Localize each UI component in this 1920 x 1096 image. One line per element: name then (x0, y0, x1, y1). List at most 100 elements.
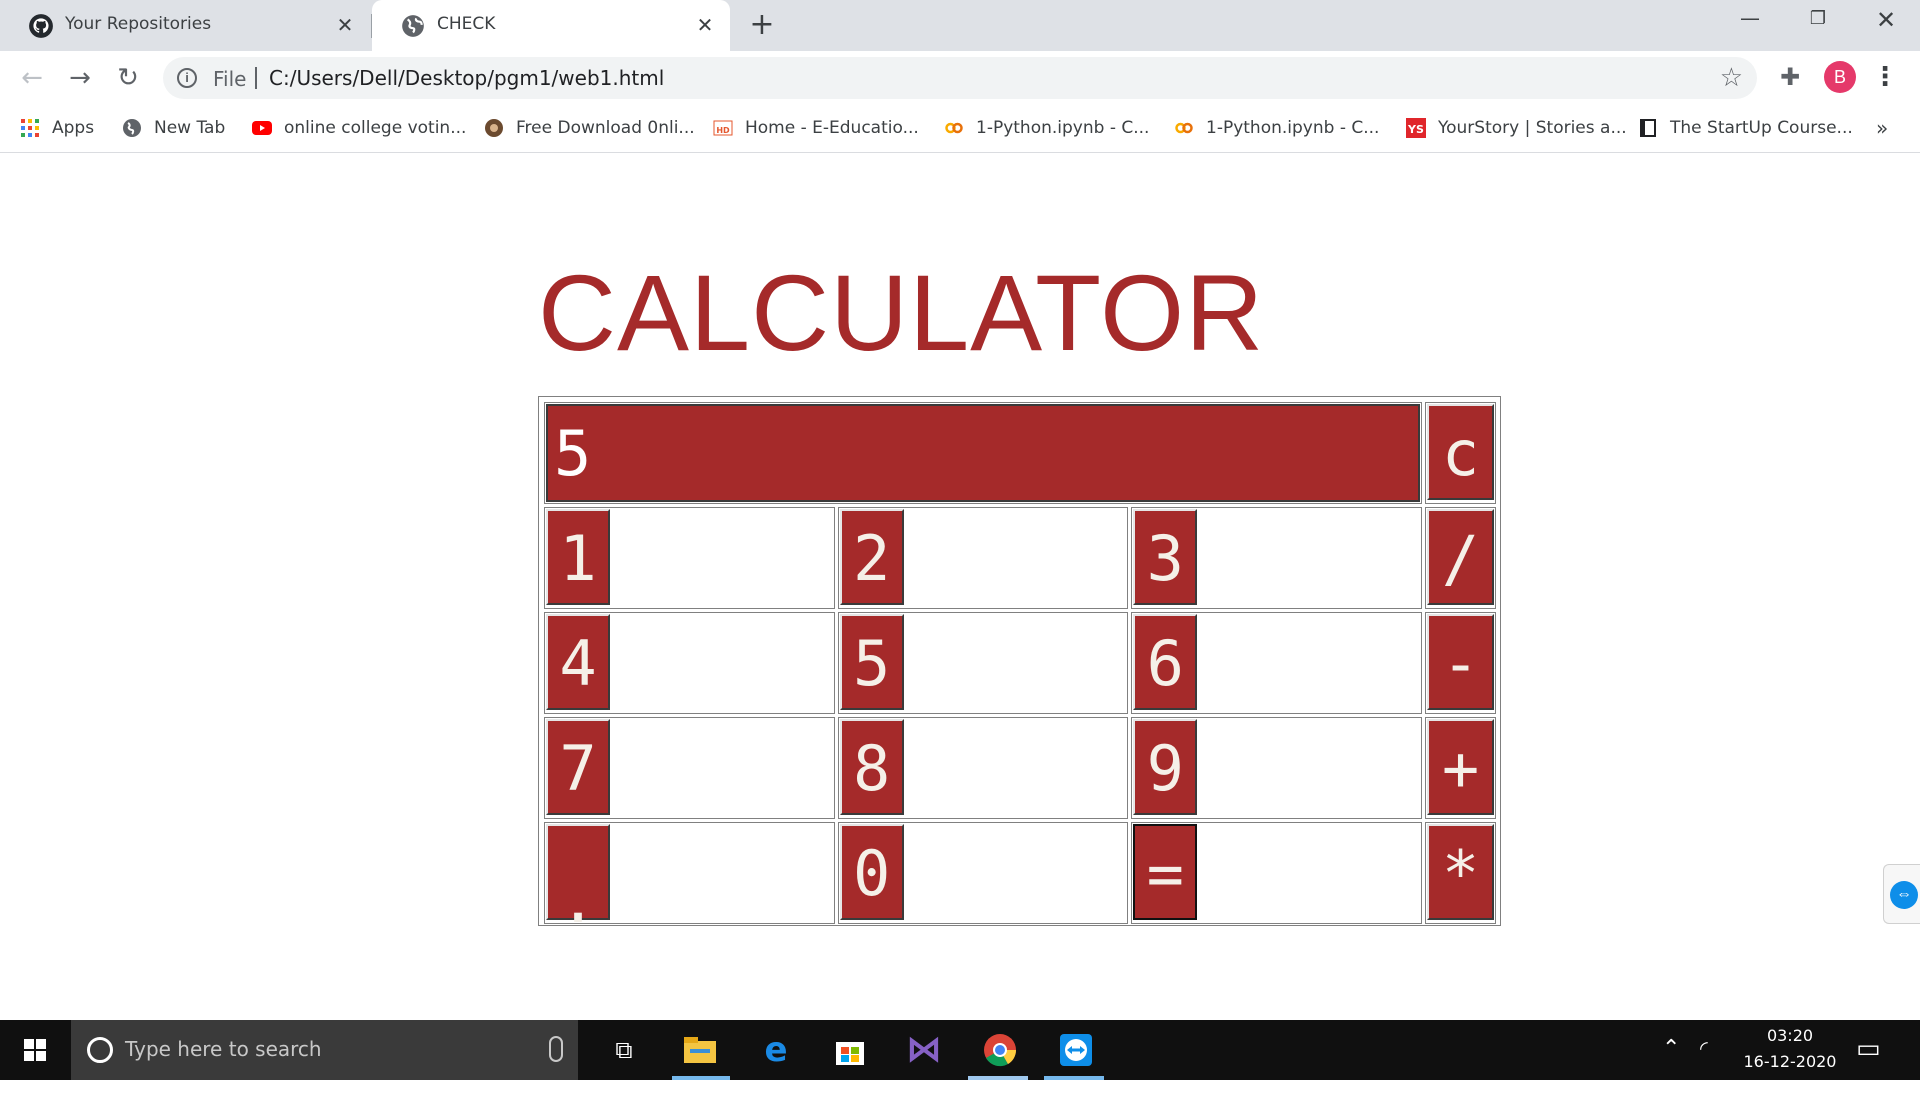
digit-6-button[interactable]: 6 (1133, 614, 1198, 710)
minimize-icon[interactable]: — (1716, 6, 1784, 50)
bookmark-python-colab-2[interactable]: 1-Python.ipynb - C... (1174, 114, 1379, 142)
task-view-icon[interactable]: ⧉ (604, 1030, 644, 1070)
close-tab-icon[interactable]: ✕ (692, 12, 718, 38)
digit-8-button[interactable]: 8 (839, 719, 904, 815)
bookmark-new-tab[interactable]: New Tab (122, 114, 225, 142)
tab-your-repositories[interactable]: Your Repositories ✕ (0, 0, 370, 51)
microsoft-store-icon[interactable] (830, 1030, 870, 1070)
tab-check[interactable]: CHECK ✕ (372, 0, 730, 51)
multiply-button[interactable]: * (1427, 824, 1494, 920)
bookmark-free-download[interactable]: Free Download 0nli... (484, 114, 695, 142)
tab-title: Your Repositories (65, 14, 212, 34)
restore-icon[interactable]: ❐ (1784, 8, 1852, 52)
site-icon (485, 119, 503, 137)
youtube-icon (252, 121, 272, 135)
microphone-icon[interactable] (549, 1036, 563, 1062)
teamviewer-taskbar-icon[interactable] (1056, 1030, 1096, 1070)
close-window-icon[interactable]: ✕ (1852, 6, 1920, 50)
visual-studio-icon[interactable]: ⋈ (904, 1030, 944, 1070)
calculator-display[interactable]: 5 (546, 404, 1420, 502)
network-wifi-icon[interactable]: ◜ (1700, 1036, 1708, 1096)
tab-strip: Your Repositories ✕ CHECK ✕ + — ❐ ✕ (0, 0, 1920, 51)
key-cell: 6 (1131, 612, 1422, 714)
bookmark-python-colab-1[interactable]: 1-Python.ipynb - C... (944, 114, 1149, 142)
digit-3-button[interactable]: 3 (1133, 509, 1198, 605)
bookmark-label: YourStory | Stories a... (1438, 118, 1627, 138)
show-hidden-icons-icon[interactable]: ⌃ (1662, 1036, 1680, 1096)
clock-date[interactable]: 16-12-2020 (1736, 1052, 1844, 1071)
digit-4-button[interactable]: 4 (546, 614, 610, 710)
more-menu-icon[interactable]: ⋮ (1872, 61, 1898, 95)
subtract-button[interactable]: - (1427, 614, 1494, 710)
key-cell: 3 (1131, 507, 1422, 609)
bookmark-online-college-voting[interactable]: online college votin... (252, 114, 466, 142)
decimal-point-button[interactable]: . (546, 824, 610, 937)
bookmark-label: New Tab (154, 118, 226, 138)
clear-button[interactable]: c (1427, 404, 1494, 500)
yourstory-icon: YS (1406, 118, 1426, 138)
bookmark-yourstory[interactable]: YS YourStory | Stories a... (1406, 114, 1627, 142)
key-cell: 8 (837, 717, 1129, 819)
key-cell: + (1425, 717, 1496, 819)
taskbar-search-box[interactable]: Type here to search (71, 1020, 578, 1080)
cortana-icon (87, 1037, 113, 1063)
bookmark-label: 1-Python.ipynb - C... (1206, 118, 1380, 138)
extensions-puzzle-icon[interactable]: ✚ (1776, 63, 1804, 91)
active-indicator (672, 1076, 730, 1080)
digit-0-button[interactable]: 0 (839, 824, 904, 920)
action-center-icon[interactable]: ▭ (1856, 1034, 1881, 1094)
clock-time[interactable]: 03:20 (1760, 1026, 1820, 1045)
teamviewer-widget[interactable]: ⇔ (1883, 864, 1920, 924)
digit-7-button[interactable]: 7 (546, 719, 610, 815)
divider (255, 67, 257, 89)
reload-icon[interactable]: ↻ (110, 61, 146, 97)
hd-icon: HD (713, 120, 733, 136)
bookmark-startup-course[interactable]: The StartUp Course... (1638, 114, 1853, 142)
key-cell: 4 (544, 612, 835, 714)
page-content: CALCULATOR 5 c 1 2 3 / 4 5 6 - 7 8 9 + .… (0, 154, 1920, 1020)
svg-text:YS: YS (1407, 123, 1424, 136)
digit-5-button[interactable]: 5 (839, 614, 904, 710)
divide-button[interactable]: / (1427, 509, 1494, 605)
equals-button[interactable]: = (1133, 824, 1198, 920)
page-title: CALCULATOR (538, 252, 1265, 373)
key-cell: 1 (544, 507, 835, 609)
close-tab-icon[interactable]: ✕ (332, 12, 358, 38)
key-cell: . (544, 822, 835, 937)
browser-toolbar: ← → ↻ i File C:/Users/Dell/Desktop/pgm1/… (0, 51, 1920, 104)
new-tab-button[interactable]: + (744, 8, 780, 44)
bookmark-home-e-education[interactable]: HD Home - E-Educatio... (713, 114, 919, 142)
windows-start-button[interactable] (0, 1020, 70, 1080)
bookmark-label: The StartUp Course... (1670, 118, 1853, 138)
digit-1-button[interactable]: 1 (546, 509, 610, 605)
colab-icon (945, 122, 963, 134)
globe-icon (402, 15, 424, 37)
book-icon (1640, 119, 1656, 137)
edge-browser-icon[interactable]: e (756, 1030, 796, 1070)
url-text[interactable]: C:/Users/Dell/Desktop/pgm1/web1.html (269, 66, 664, 90)
calculator-table: 5 c 1 2 3 / 4 5 6 - 7 8 9 + . 0 = * (538, 396, 1501, 937)
digit-9-button[interactable]: 9 (1133, 719, 1198, 815)
back-arrow-icon[interactable]: ← (14, 61, 50, 97)
file-explorer-icon[interactable] (680, 1030, 720, 1070)
windows-taskbar: Type here to search ⧉ e ⋈ ⌃ ◜ 03:20 16-1… (0, 1020, 1920, 1080)
star-bookmark-icon[interactable]: ☆ (1720, 63, 1743, 93)
display-cell: 5 (544, 402, 1422, 504)
bookmark-label: online college votin... (284, 118, 467, 138)
bookmark-apps[interactable]: Apps (20, 114, 94, 142)
address-bar[interactable]: i File C:/Users/Dell/Desktop/pgm1/web1.h… (163, 57, 1757, 99)
bookmark-label: Apps (52, 118, 95, 138)
profile-avatar[interactable]: B (1824, 61, 1856, 93)
bookmark-label: 1-Python.ipynb - C... (976, 118, 1150, 138)
add-button[interactable]: + (1427, 719, 1494, 815)
info-icon[interactable]: i (177, 68, 197, 88)
key-cell: * (1425, 822, 1496, 924)
scheme-label: File (213, 67, 247, 91)
chrome-icon[interactable] (980, 1030, 1020, 1070)
active-indicator (968, 1076, 1028, 1080)
key-cell: 7 (544, 717, 835, 819)
forward-arrow-icon[interactable]: → (62, 61, 98, 97)
bookmarks-overflow-icon[interactable]: » (1876, 116, 1888, 140)
key-cell: 9 (1131, 717, 1422, 819)
digit-2-button[interactable]: 2 (839, 509, 904, 605)
